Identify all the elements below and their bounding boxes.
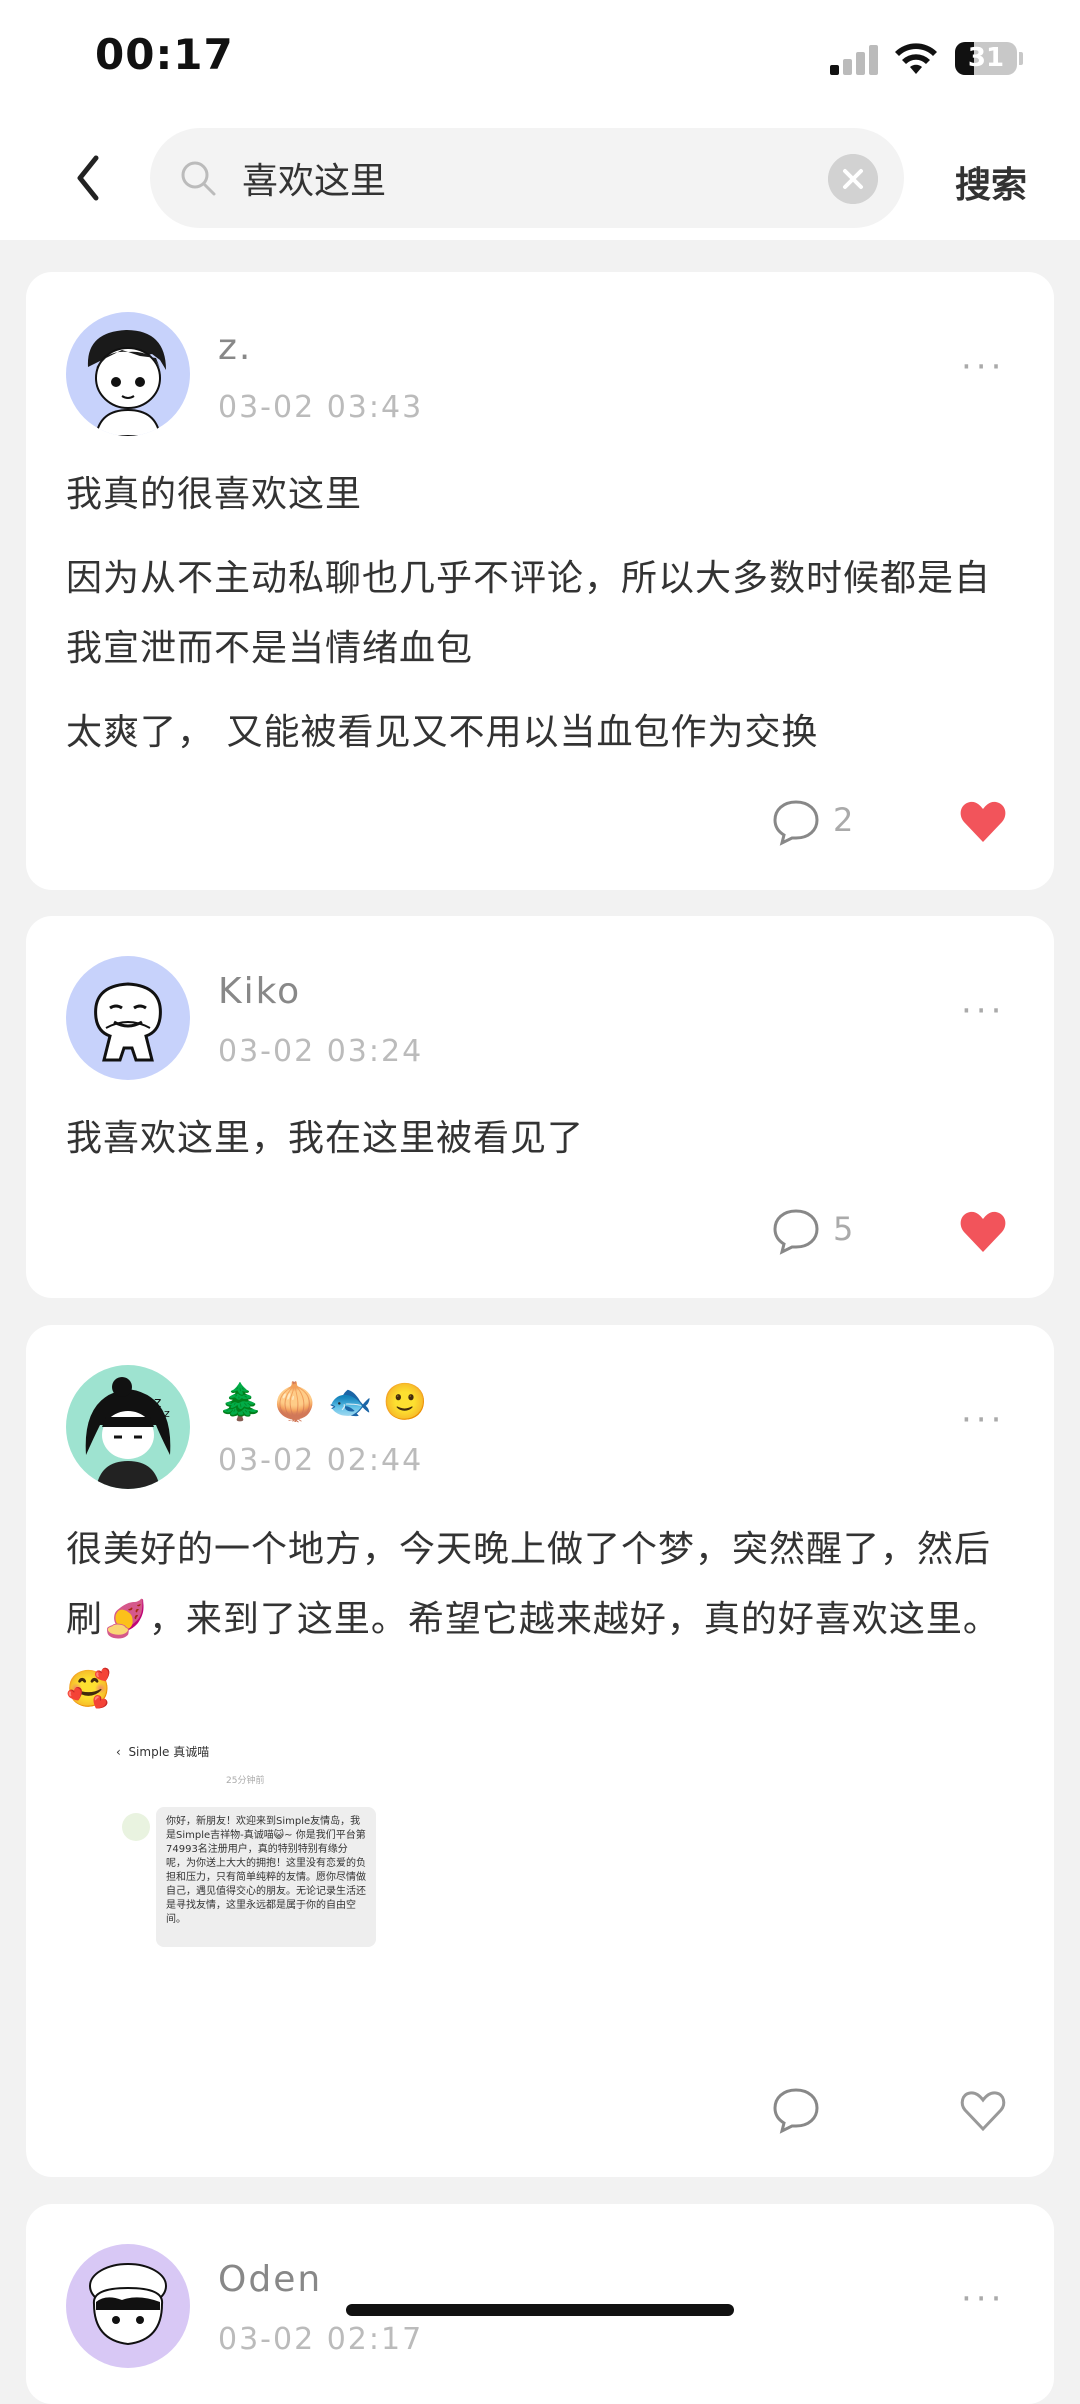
- avatar[interactable]: z z: [66, 1365, 190, 1489]
- status-time: 00:17: [95, 30, 234, 79]
- post-paragraph: 太爽了， 又能被看见又不用以当血包作为交换: [66, 712, 819, 753]
- svg-text:z: z: [164, 1407, 170, 1420]
- post-paragraph: 我真的很喜欢这里: [66, 474, 363, 515]
- search-icon: [181, 161, 216, 196]
- post-card[interactable]: z z 🌲🧅🐟🙂 03-02 02:44 ··· 很美好的一个地方，今天晚上做了…: [26, 1325, 1054, 2177]
- comment-button[interactable]: [771, 2085, 891, 2135]
- post-time: 03-02 03:43: [218, 390, 424, 425]
- post-paragraph: 因为从不主动私聊也几乎不评论，所以大多数时候都是自我宣泄而不是当情绪血包: [66, 558, 992, 669]
- post-time: 03-02 03:24: [218, 1034, 424, 1069]
- image-avatar: [122, 1813, 150, 1841]
- status-bar: 00:17 31: [0, 0, 1080, 118]
- more-options-icon[interactable]: ···: [961, 994, 1005, 1028]
- image-title: ‹ Simple 真诚喵: [116, 1745, 210, 1759]
- username[interactable]: Oden: [218, 2259, 322, 2300]
- post-time: 03-02 02:17: [218, 2322, 424, 2357]
- post-content: 我喜欢这里，我在这里被看见了: [66, 1104, 1024, 1174]
- search-input[interactable]: [242, 150, 802, 206]
- search-button[interactable]: 搜索: [955, 156, 1027, 208]
- heart-outline-icon[interactable]: [958, 2087, 1008, 2133]
- post-content: 很美好的一个地方，今天晚上做了个梦，突然醒了，然后刷🍠，来到了这里。希望它越来越…: [66, 1515, 1024, 1725]
- post-image[interactable]: ‹ Simple 真诚喵 25分钟前 你好，新朋友！欢迎来到Simple友情岛，…: [86, 1735, 396, 2035]
- comment-button[interactable]: 2: [771, 797, 891, 847]
- post-time: 03-02 02:44: [218, 1443, 424, 1478]
- comment-count: 2: [833, 801, 854, 839]
- battery-level: 31: [967, 43, 1005, 73]
- post-paragraph: 我喜欢这里，我在这里被看见了: [66, 1118, 585, 1159]
- image-time: 25分钟前: [226, 1776, 265, 1786]
- battery-icon: 31: [955, 42, 1017, 75]
- username[interactable]: z.: [218, 327, 252, 368]
- home-indicator[interactable]: [346, 2304, 734, 2316]
- more-options-icon[interactable]: ···: [961, 2282, 1005, 2316]
- comment-count: 5: [833, 1210, 854, 1248]
- image-message: 你好，新朋友！欢迎来到Simple友情岛，我是Simple吉祥物-真诚喵😺~ 你…: [156, 1807, 376, 1947]
- heart-filled-icon[interactable]: [958, 798, 1008, 844]
- post-card[interactable]: z. 03-02 03:43 ··· 我真的很喜欢这里 因为从不主动私聊也几乎不…: [26, 272, 1054, 890]
- back-icon[interactable]: [68, 150, 108, 206]
- avatar[interactable]: [66, 312, 190, 436]
- more-options-icon[interactable]: ···: [961, 1403, 1005, 1437]
- wifi-icon: [895, 43, 937, 74]
- comment-icon: [773, 1209, 819, 1255]
- post-card[interactable]: Kiko 03-02 03:24 ··· 我喜欢这里，我在这里被看见了 5: [26, 916, 1054, 1298]
- heart-filled-icon[interactable]: [958, 1208, 1008, 1254]
- comment-icon: [773, 2088, 819, 2134]
- post-paragraph: 很美好的一个地方，今天晚上做了个梦，突然醒了，然后刷🍠，来到了这里。希望它越来越…: [66, 1529, 1000, 1710]
- cellular-signal-icon: [830, 45, 878, 75]
- clear-search-icon[interactable]: [828, 154, 878, 204]
- comment-icon: [773, 800, 819, 846]
- post-content: 我真的很喜欢这里 因为从不主动私聊也几乎不评论，所以大多数时候都是自我宣泄而不是…: [66, 460, 1024, 768]
- more-options-icon[interactable]: ···: [961, 350, 1005, 384]
- avatar[interactable]: [66, 2244, 190, 2368]
- username[interactable]: Kiko: [218, 971, 301, 1012]
- comment-button[interactable]: 5: [771, 1206, 891, 1256]
- svg-text:z: z: [154, 1395, 161, 1411]
- search-box[interactable]: [150, 128, 904, 228]
- avatar[interactable]: [66, 956, 190, 1080]
- username[interactable]: 🌲🧅🐟🙂: [218, 1381, 437, 1423]
- search-header: 搜索: [0, 118, 1080, 240]
